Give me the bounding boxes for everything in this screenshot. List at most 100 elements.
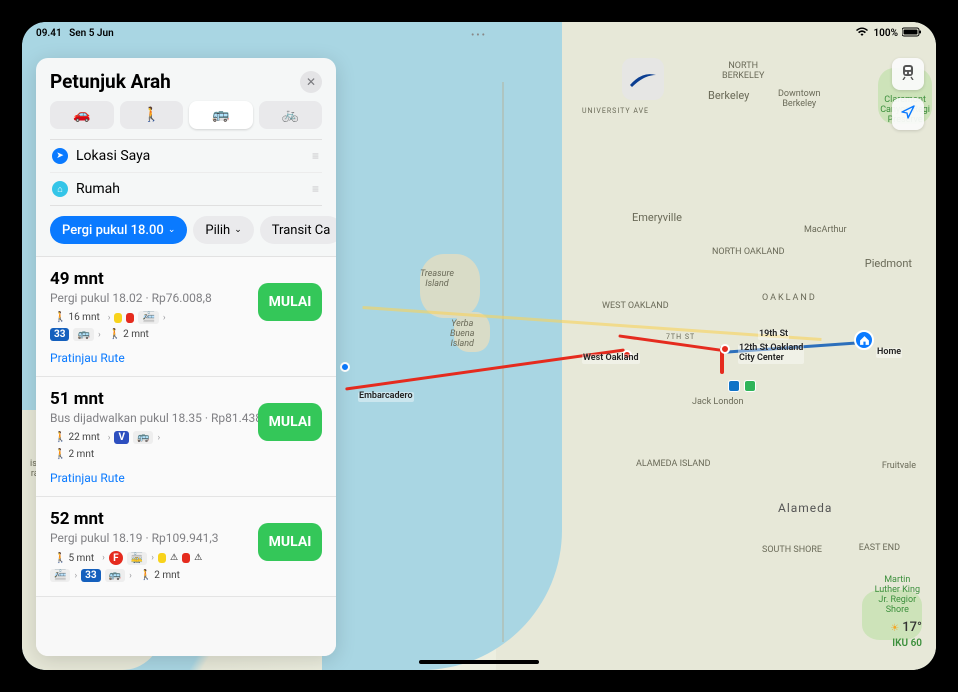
close-icon: ✕ (306, 75, 316, 89)
depart-time-label: Pergi pukul 18.00 (62, 223, 164, 238)
to-label: Rumah (76, 181, 304, 197)
chevron-right-icon: › (108, 313, 111, 323)
depart-time-pill[interactable]: Pergi pukul 18.00 ⌄ (50, 216, 187, 244)
status-date: Sen 5 Jun (69, 28, 114, 39)
chevron-right-icon: › (74, 571, 77, 581)
multitask-dots[interactable]: ••• (471, 30, 487, 41)
label-mlk: Martin Luther King Jr. Regior Shore (875, 576, 920, 616)
transit-card-pill[interactable]: Transit Ca (260, 216, 336, 244)
chevron-right-icon: › (163, 313, 166, 323)
bus-icon: 🚌 (105, 569, 125, 582)
route-steps: 🚶2 mnt (50, 448, 250, 461)
walk-icon: 🚶 (54, 312, 66, 323)
battery-icon (902, 27, 922, 40)
chevron-right-icon: › (151, 553, 154, 563)
route-steps: 🚶5 mnt › F 🚋 › ⚠ ⚠ (50, 551, 250, 565)
label-emeryville: Emeryville (632, 212, 682, 224)
close-button[interactable]: ✕ (300, 71, 322, 93)
chevron-right-icon: › (129, 571, 132, 581)
battery-percent: 100% (873, 28, 898, 39)
preview-route-link[interactable]: Pratinjau Rute (50, 471, 125, 485)
chevron-right-icon: › (98, 330, 101, 340)
drag-handle-icon[interactable]: ≡ (312, 153, 320, 159)
route-list[interactable]: 49 mnt Pergi pukul 18.02 · Rp76.008,8 🚶1… (36, 256, 336, 656)
prefer-label: Pilih (205, 223, 230, 238)
walk-icon: 🚶 (140, 570, 152, 581)
train-icon: 🚈 (50, 569, 70, 582)
prefer-pill[interactable]: Pilih ⌄ (193, 216, 253, 244)
home-indicator[interactable] (419, 660, 539, 664)
label-yerba: Yerba Buena Island (450, 320, 474, 350)
start-route-button[interactable]: MULAI (258, 283, 322, 321)
route-steps: 🚶22 mnt › V 🚌 › (50, 431, 250, 444)
location-icon: ➤ (52, 148, 68, 164)
bus-line-33: 33 (50, 328, 69, 341)
label-embarcadero: Embarcadero (358, 392, 414, 402)
label-alameda-island: ALAMEDA ISLAND (636, 460, 710, 470)
mode-walk[interactable]: 🚶 (120, 101, 184, 129)
chevron-right-icon: › (157, 433, 160, 443)
label-jack-london: Jack London (692, 398, 744, 408)
locate-me-button[interactable] (892, 98, 924, 130)
preview-route-link[interactable]: Pratinjau Rute (50, 351, 125, 365)
weather-temp: 17° (902, 620, 922, 637)
status-time: 09.41 (36, 28, 62, 39)
mode-transit[interactable]: 🚌 (189, 101, 253, 129)
route-option[interactable]: 49 mnt Pergi pukul 18.02 · Rp76.008,8 🚶1… (36, 257, 336, 377)
weather-widget[interactable]: ☀ 17° IKU 60 (890, 620, 922, 650)
home-marker[interactable] (854, 330, 874, 350)
weather-aqi: IKU 60 (890, 637, 922, 650)
mode-drive[interactable]: 🚗 (50, 101, 114, 129)
label-treasure: Treasure Island (420, 270, 454, 290)
chevron-down-icon: ⌄ (168, 225, 176, 235)
transport-mode-segment: 🚗 🚶 🚌 🚲 (36, 101, 336, 139)
bart-station-icon (728, 380, 740, 392)
label-oakland-caps: OAKLAND (762, 294, 817, 304)
label-alameda: Alameda (778, 502, 832, 515)
route-option[interactable]: 51 mnt Bus dijadwalkan pukul 18.35 · Rp8… (36, 377, 336, 497)
label-19th: 19th St (758, 330, 789, 340)
label-home: Home (876, 348, 902, 358)
route-steps: 33 🚌 › 🚶2 mnt (50, 328, 250, 341)
bart-yellow-icon (114, 313, 122, 323)
bus-station-icon (744, 380, 756, 392)
walk-icon: 🚶 (54, 432, 66, 443)
origin-dot (340, 362, 350, 372)
mode-cycle[interactable]: 🚲 (259, 101, 323, 129)
from-location-row[interactable]: ➤ Lokasi Saya ≡ (50, 140, 322, 172)
directions-panel: Petunjuk Arah ✕ 🚗 🚶 🚌 🚲 ➤ Lokasi Saya ≡ … (36, 58, 336, 656)
start-route-button[interactable]: MULAI (258, 523, 322, 561)
label-south-shore: SOUTH SHORE (762, 546, 822, 556)
bus-icon: 🚌 (133, 431, 153, 444)
route-steps: 🚈 › 33 🚌 › 🚶2 mnt (50, 569, 250, 582)
drag-handle-icon[interactable]: ≡ (312, 186, 320, 192)
label-north-oakland: NORTH OAKLAND (712, 248, 785, 258)
label-berkeley: Berkeley (708, 90, 749, 102)
chevron-right-icon: › (102, 553, 105, 563)
from-label: Lokasi Saya (76, 148, 304, 164)
walk-icon: 🚶 (54, 553, 66, 564)
walk-icon: 🚶 (143, 107, 160, 123)
transit-card-label: Transit Ca (272, 223, 331, 238)
location-arrow-icon (901, 105, 915, 123)
start-route-button[interactable]: MULAI (258, 403, 322, 441)
label-downtown-berkeley: Downtown Berkeley (778, 90, 821, 110)
walk-icon: 🚶 (54, 449, 66, 460)
chevron-down-icon: ⌄ (234, 225, 242, 235)
label-fruitvale: Fruitvale (882, 462, 916, 472)
label-university: UNIVERSITY AVE (582, 108, 649, 116)
panel-title: Petunjuk Arah (50, 70, 171, 93)
bart-red-icon (126, 313, 134, 323)
car-icon: 🚗 (73, 107, 90, 123)
route-option[interactable]: 52 mnt Pergi pukul 18.19 · Rp109.941,3 🚶… (36, 497, 336, 597)
warning-icon: ⚠ (194, 553, 202, 563)
map-mode-button[interactable] (892, 58, 924, 90)
label-macarthur: MacArthur (804, 226, 847, 236)
to-location-row[interactable]: ⌂ Rumah ≡ (50, 172, 322, 205)
bus-icon: 🚌 (73, 328, 93, 341)
bike-icon: 🚲 (282, 107, 299, 123)
train-icon (900, 64, 916, 84)
label-west-oakland: WEST OAKLAND (602, 302, 669, 312)
label-7th: 7TH ST (666, 334, 695, 342)
bus-line-v: V (114, 431, 129, 444)
